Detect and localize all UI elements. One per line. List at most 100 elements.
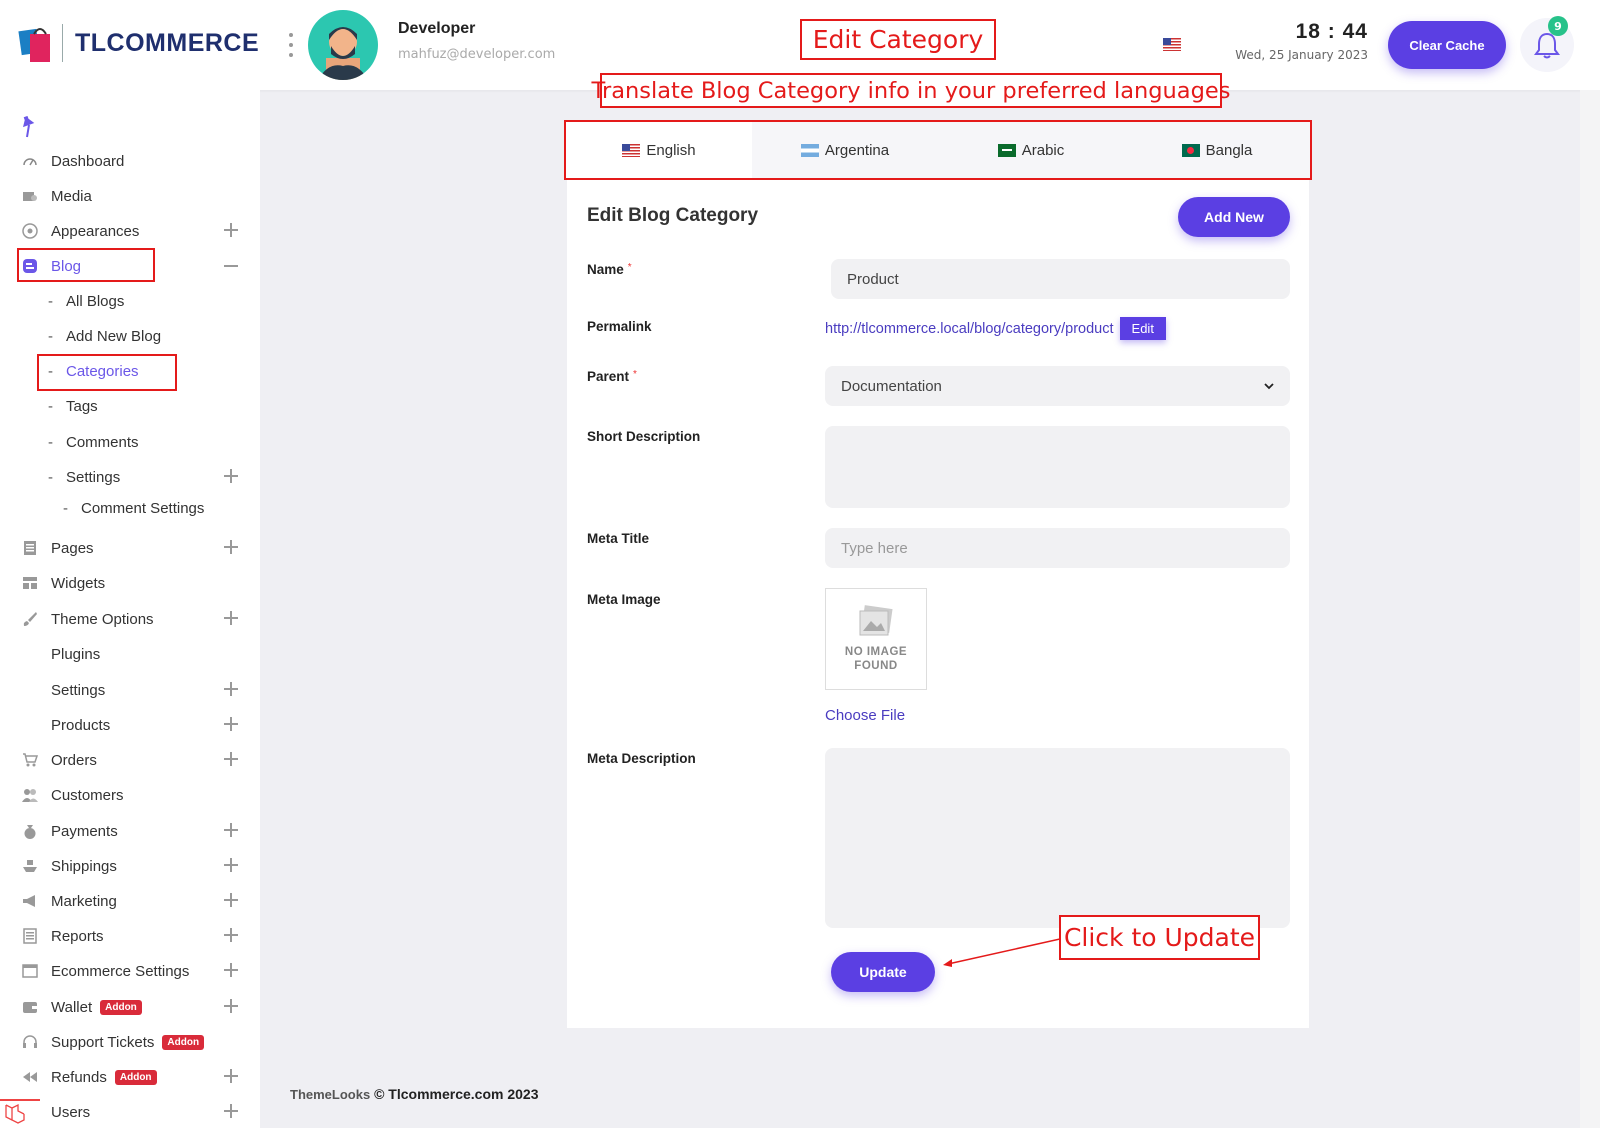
tab-english[interactable]: English <box>566 122 752 178</box>
brand-name: TLCOMMERCE <box>75 28 260 57</box>
expand-icon[interactable] <box>224 682 238 696</box>
addon-badge: Addon <box>100 1000 142 1016</box>
report-icon <box>23 928 37 944</box>
sidebar-item-label: Wallet <box>51 998 93 1016</box>
widgets-icon <box>23 577 37 589</box>
parent-select[interactable]: Documentation <box>825 366 1290 406</box>
sidebar-item-label: Shippings <box>51 857 117 875</box>
expand-icon[interactable] <box>224 963 238 977</box>
name-field[interactable]: Product <box>831 259 1290 299</box>
meta-title-field[interactable]: Type here <box>825 528 1290 568</box>
sidebar-subitem-comments[interactable]: - Comments <box>0 427 260 457</box>
sidebar-item-label: Support Tickets <box>51 1033 155 1051</box>
sidebar-subitem-label: Add New Blog <box>66 327 162 345</box>
sidebar-item-settings[interactable]: Settings <box>0 675 260 705</box>
sidebar-subitem-settings[interactable]: - Settings <box>0 462 260 492</box>
expand-icon[interactable] <box>224 858 238 872</box>
clock-date: Wed, 25 January 2023 <box>1235 48 1368 62</box>
tab-bangla[interactable]: Bangla <box>1124 122 1310 178</box>
clear-cache-button[interactable]: Clear Cache <box>1388 21 1506 69</box>
tab-label: Argentina <box>824 141 890 159</box>
permalink: http://tlcommerce.local/blog/category/pr… <box>825 317 1166 340</box>
expand-icon[interactable] <box>224 928 238 942</box>
sidebar-item-support-tickets[interactable]: Support Tickets Addon <box>0 1027 260 1057</box>
sidebar-item-appearances[interactable]: Appearances <box>0 216 260 246</box>
edit-permalink-button[interactable]: Edit <box>1119 317 1166 340</box>
sidebar-item-orders[interactable]: Orders <box>0 745 260 775</box>
expand-icon[interactable] <box>224 540 238 554</box>
expand-icon[interactable] <box>224 223 238 237</box>
choose-file-link[interactable]: Choose File <box>825 707 905 724</box>
expand-icon[interactable] <box>224 752 238 766</box>
sidebar-item-plugins[interactable]: Plugins <box>0 639 260 669</box>
annotation-categories-highlight <box>37 354 177 391</box>
annotation-translate-info: Translate Blog Category info in your pre… <box>592 73 1230 108</box>
sidebar-item-theme-options[interactable]: Theme Options <box>0 604 260 634</box>
expand-icon[interactable] <box>224 1069 238 1083</box>
tab-arabic[interactable]: Arabic <box>938 122 1124 178</box>
expand-icon[interactable] <box>224 611 238 625</box>
more-options-icon[interactable] <box>288 33 294 57</box>
short-description-label: Short Description <box>587 429 701 444</box>
expand-icon[interactable] <box>224 999 238 1013</box>
no-image-line1: NO IMAGE <box>844 646 908 658</box>
sidebar-item-label: Reports <box>51 927 104 945</box>
expand-icon[interactable] <box>224 469 238 483</box>
short-description-field[interactable] <box>825 426 1290 508</box>
sidebar-item-products[interactable]: Products <box>0 710 260 740</box>
sidebar-subitem-label: All Blogs <box>66 292 125 310</box>
sidebar-subitem-all-blogs[interactable]: - All Blogs <box>0 286 260 316</box>
footer: ThemeLooks © Tlcommerce.com 2023 <box>290 1086 538 1102</box>
permalink-label: Permalink <box>587 319 652 334</box>
sidebar-item-label: Dashboard <box>51 152 125 170</box>
meta-image-placeholder[interactable]: NO IMAGE FOUND <box>825 588 927 690</box>
user-name: Developer <box>398 20 476 37</box>
cart-icon <box>23 753 38 767</box>
sidebar-item-label: Refunds <box>51 1068 107 1086</box>
tab-label: Arabic <box>1021 141 1065 159</box>
sidebar-item-label: Pages <box>51 539 94 557</box>
sidebar-subitem-label: Tags <box>66 397 98 415</box>
sidebar-item-wallet[interactable]: Wallet Addon <box>0 992 260 1022</box>
argentina-flag-icon <box>800 143 819 157</box>
sidebar-item-shippings[interactable]: Shippings <box>0 851 260 881</box>
avatar[interactable] <box>308 10 378 80</box>
collapse-icon[interactable] <box>224 265 238 267</box>
update-button[interactable]: Update <box>831 952 935 992</box>
sidebar-item-ecommerce-settings[interactable]: Ecommerce Settings <box>0 956 260 986</box>
sidebar-item-refunds[interactable]: Refunds Addon <box>0 1062 260 1092</box>
sidebar: Dashboard Media Appearances Blog - All Bl… <box>0 90 260 1128</box>
sidebar-subitem-label: Settings <box>66 468 121 486</box>
meta-title-label: Meta Title <box>587 531 650 546</box>
sidebar-item-label: Products <box>51 716 111 734</box>
brand-logo[interactable]: TLCOMMERCE <box>18 22 259 64</box>
user-email: mahfuz@developer.com <box>398 47 556 62</box>
sidebar-subitem-add-new-blog[interactable]: - Add New Blog <box>0 321 260 351</box>
add-new-button[interactable]: Add New <box>1178 197 1290 237</box>
sidebar-subitem-tags[interactable]: - Tags <box>0 391 260 421</box>
language-flag-icon[interactable] <box>1163 38 1181 51</box>
sidebar-item-label: Payments <box>51 822 118 840</box>
expand-icon[interactable] <box>224 1104 238 1118</box>
footer-copyright: © Tlcommerce.com 2023 <box>374 1086 539 1102</box>
permalink-link[interactable]: http://tlcommerce.local/blog/category/pr… <box>825 321 1114 337</box>
sidebar-item-label: Widgets <box>51 574 106 592</box>
sidebar-item-media[interactable]: Media <box>0 181 260 211</box>
sidebar-item-pages[interactable]: Pages <box>0 533 260 563</box>
sidebar-item-reports[interactable]: Reports <box>0 921 260 951</box>
sidebar-subitem-comment-settings[interactable]: - Comment Settings <box>0 493 260 523</box>
expand-icon[interactable] <box>224 717 238 731</box>
sidebar-item-payments[interactable]: Payments <box>0 816 260 846</box>
sidebar-item-customers[interactable]: Customers <box>0 780 260 810</box>
meta-description-field[interactable] <box>825 748 1290 928</box>
sidebar-item-marketing[interactable]: Marketing <box>0 886 260 916</box>
sidebar-item-widgets[interactable]: Widgets <box>0 568 260 598</box>
notification-button[interactable]: 9 <box>1520 16 1574 72</box>
expand-icon[interactable] <box>224 823 238 837</box>
expand-icon[interactable] <box>224 893 238 907</box>
tab-argentina[interactable]: Argentina <box>752 122 938 178</box>
pin-icon[interactable] <box>20 116 38 138</box>
headset-icon <box>23 1035 37 1048</box>
sidebar-item-dashboard[interactable]: Dashboard <box>0 146 260 176</box>
pages-icon <box>24 541 36 555</box>
